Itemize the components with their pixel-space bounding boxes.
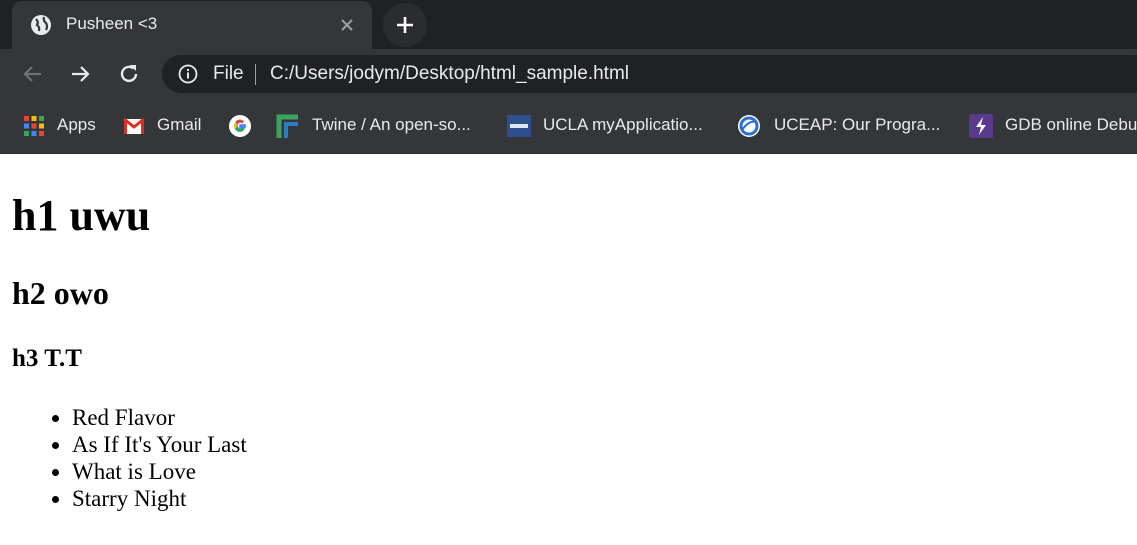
bookmark-label: UCLA myApplicatio... — [543, 115, 703, 134]
bookmark-gmail[interactable]: Gmail — [120, 99, 210, 153]
browser-toolbar: File C:/Users/jodym/Desktop/html_sample.… — [0, 49, 1137, 99]
gdb-icon — [969, 114, 993, 138]
close-tab-icon[interactable] — [336, 14, 358, 36]
bookmark-ucla[interactable]: UCLA myApplicatio... — [506, 99, 716, 153]
uceap-icon — [737, 114, 761, 138]
list-item: Red Flavor — [72, 404, 247, 431]
bookmark-apps[interactable]: Apps — [20, 99, 105, 153]
reload-button[interactable] — [116, 61, 142, 87]
heading-1: h1 uwu — [12, 191, 151, 240]
apps-grid-icon — [22, 114, 46, 138]
list-item: As If It's Your Last — [72, 431, 247, 458]
bookmark-google[interactable] — [226, 99, 256, 153]
twine-icon — [276, 114, 300, 138]
bookmarks-bar: Apps Gmail Twine / An open-so... UCLA my… — [0, 99, 1137, 154]
address-bar[interactable]: File C:/Users/jodym/Desktop/html_sample.… — [162, 55, 1137, 93]
arrow-left-icon — [23, 66, 41, 82]
heading-3: h3 T.T — [12, 345, 82, 372]
bookmark-label: GDB online Debu — [1005, 115, 1137, 134]
tab-title: Pusheen <3 — [66, 14, 158, 33]
ucla-icon — [507, 114, 531, 138]
heading-2: h2 owo — [12, 275, 109, 311]
bookmark-label: Apps — [57, 115, 96, 134]
reload-icon — [120, 65, 138, 83]
list-item: Starry Night — [72, 485, 247, 512]
bookmark-label: UCEAP: Our Progra... — [774, 115, 941, 134]
bookmark-label: Gmail — [157, 115, 202, 134]
arrow-right-icon — [72, 66, 90, 82]
info-icon[interactable] — [178, 64, 198, 84]
page-content: h1 uwu h2 owo h3 T.T Red Flavor As If It… — [0, 154, 1137, 545]
back-button[interactable] — [20, 61, 46, 87]
bookmark-gdb[interactable]: GDB online Debu — [968, 99, 1137, 153]
plus-icon — [397, 17, 413, 33]
omnibox-divider — [255, 64, 256, 85]
url-scheme-label: File — [213, 63, 244, 84]
browser-tab[interactable]: Pusheen <3 — [12, 1, 372, 49]
bookmark-uceap[interactable]: UCEAP: Our Progra... — [737, 99, 947, 153]
gmail-icon — [122, 114, 146, 138]
google-icon — [228, 114, 252, 138]
bookmark-label: Twine / An open-so... — [312, 115, 471, 134]
url-text[interactable]: C:/Users/jodym/Desktop/html_sample.html — [270, 63, 629, 85]
globe-icon — [30, 14, 52, 36]
tab-strip: Pusheen <3 — [0, 0, 1137, 49]
song-list: Red Flavor As If It's Your Last What is … — [72, 404, 247, 512]
bookmark-twine[interactable]: Twine / An open-so... — [276, 99, 486, 153]
new-tab-button[interactable] — [383, 3, 427, 47]
list-item: What is Love — [72, 458, 247, 485]
forward-button[interactable] — [68, 61, 94, 87]
